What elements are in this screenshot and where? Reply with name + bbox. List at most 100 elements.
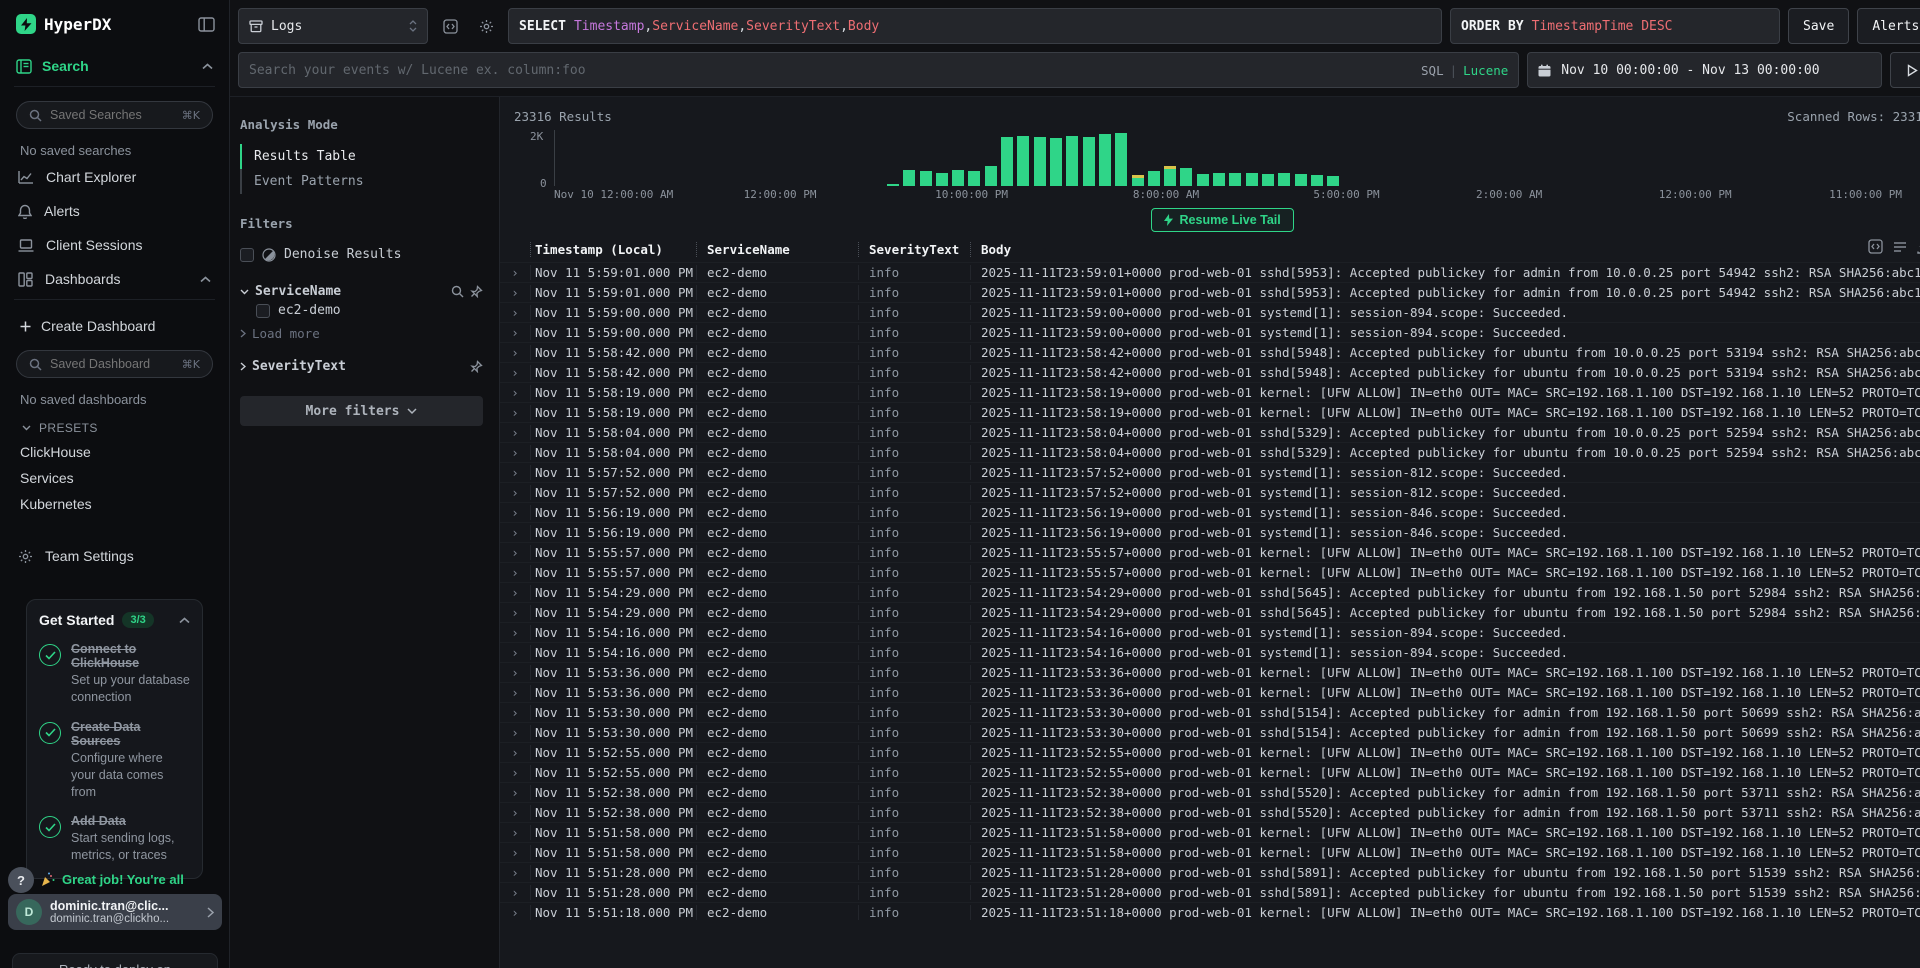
table-row[interactable]: ›Nov 11 5:52:38.000 PMec2-demoinfo2025-1… (500, 782, 1920, 802)
chevron-up-icon[interactable] (179, 617, 190, 624)
table-row[interactable]: ›Nov 11 5:56:19.000 PMec2-demoinfo2025-1… (500, 522, 1920, 542)
source-settings-gear-icon[interactable] (472, 8, 500, 44)
select-columns-input[interactable]: SELECT Timestamp,ServiceName,SeverityTex… (508, 8, 1442, 44)
histogram-bar[interactable] (1295, 174, 1307, 186)
table-row[interactable]: ›Nov 11 5:57:52.000 PMec2-demoinfo2025-1… (500, 462, 1920, 482)
deploy-note-card[interactable]: Ready to deploy on (12, 953, 218, 968)
table-row[interactable]: ›Nov 11 5:51:58.000 PMec2-demoinfo2025-1… (500, 842, 1920, 862)
date-range-picker[interactable]: Nov 10 00:00:00 - Nov 13 00:00:00 (1527, 52, 1882, 88)
preset-clickhouse[interactable]: ClickHouse (14, 439, 215, 465)
get-started-step[interactable]: Add Data Start sending logs, metrics, or… (39, 814, 190, 864)
histogram-bar[interactable] (1066, 136, 1078, 186)
histogram-bar[interactable] (1180, 168, 1192, 186)
table-row[interactable]: ›Nov 11 5:51:28.000 PMec2-demoinfo2025-1… (500, 862, 1920, 882)
alerts-button[interactable]: Alerts (1857, 8, 1920, 44)
histogram-bar[interactable] (1262, 174, 1274, 186)
preset-services[interactable]: Services (14, 465, 215, 491)
collapse-sidebar-icon[interactable] (198, 17, 215, 32)
sidebar-item-dashboards[interactable]: Dashboards (14, 262, 215, 300)
table-row[interactable]: ›Nov 11 5:59:00.000 PMec2-demoinfo2025-1… (500, 302, 1920, 322)
sidebar-item-team-settings[interactable]: Team Settings (14, 539, 215, 573)
presets-toggle[interactable]: PRESETS (14, 409, 215, 439)
histogram-bar[interactable] (1311, 175, 1323, 186)
histogram-bar[interactable] (1115, 133, 1127, 186)
table-row[interactable]: ›Nov 11 5:55:57.000 PMec2-demoinfo2025-1… (500, 562, 1920, 582)
table-row[interactable]: ›Nov 11 5:59:01.000 PMec2-demoinfo2025-1… (500, 262, 1920, 282)
chevron-up-icon[interactable] (200, 276, 211, 283)
table-row[interactable]: ›Nov 11 5:58:42.000 PMec2-demoinfo2025-1… (500, 362, 1920, 382)
table-row[interactable]: ›Nov 11 5:54:16.000 PMec2-demoinfo2025-1… (500, 642, 1920, 662)
table-row[interactable]: ›Nov 11 5:53:30.000 PMec2-demoinfo2025-1… (500, 702, 1920, 722)
preset-kubernetes[interactable]: Kubernetes (14, 491, 215, 517)
table-row[interactable]: ›Nov 11 5:53:30.000 PMec2-demoinfo2025-1… (500, 722, 1920, 742)
histogram-bar[interactable] (1229, 173, 1241, 186)
table-row[interactable]: ›Nov 11 5:54:29.000 PMec2-demoinfo2025-1… (500, 602, 1920, 622)
table-row[interactable]: ›Nov 11 5:58:04.000 PMec2-demoinfo2025-1… (500, 442, 1920, 462)
table-row[interactable]: ›Nov 11 5:57:52.000 PMec2-demoinfo2025-1… (500, 482, 1920, 502)
histogram-bar[interactable] (1278, 173, 1290, 186)
table-row[interactable]: ›Nov 11 5:52:55.000 PMec2-demoinfo2025-1… (500, 762, 1920, 782)
checkbox-icon[interactable] (256, 304, 270, 318)
col-servicename[interactable]: ServiceName (696, 242, 858, 257)
event-search-input[interactable]: SQL | Lucene (238, 52, 1519, 88)
filter-search-icon[interactable] (451, 285, 464, 298)
run-query-button[interactable] (1890, 52, 1920, 88)
sidebar-item-client-sessions[interactable]: Client Sessions (14, 228, 215, 262)
histogram-plot[interactable] (554, 130, 1920, 186)
user-menu[interactable]: D dominic.tran@clic... dominic.tran@clic… (8, 894, 222, 930)
resume-live-tail-button[interactable]: Resume Live Tail (1151, 208, 1294, 232)
events-histogram[interactable]: 2K 0 Nov 10 12:00:00 AM12:00:00 PM10:00:… (506, 130, 1920, 202)
histogram-bar[interactable] (887, 184, 899, 186)
source-selector[interactable]: Logs (238, 8, 428, 44)
help-button[interactable]: ? (8, 867, 34, 893)
table-row[interactable]: ›Nov 11 5:58:42.000 PMec2-demoinfo2025-1… (500, 342, 1920, 362)
table-row[interactable]: ›Nov 11 5:59:00.000 PMec2-demoinfo2025-1… (500, 322, 1920, 342)
histogram-bar[interactable] (920, 171, 932, 186)
histogram-bar[interactable] (1017, 136, 1029, 186)
mode-results-table[interactable]: Results Table (240, 144, 483, 169)
histogram-bar[interactable] (1034, 137, 1046, 186)
table-row[interactable]: ›Nov 11 5:58:19.000 PMec2-demoinfo2025-1… (500, 382, 1920, 402)
filter-group-severitytext[interactable]: SeverityText (240, 359, 483, 374)
col-body[interactable]: Body (970, 242, 1920, 257)
histogram-bar[interactable] (1164, 166, 1176, 186)
denoise-results-checkbox[interactable]: Denoise Results (240, 243, 483, 266)
create-dashboard-button[interactable]: Create Dashboard (14, 308, 215, 344)
get-started-step[interactable]: Create Data Sources Configure where your… (39, 720, 190, 801)
pin-icon[interactable] (470, 360, 483, 373)
table-row[interactable]: ›Nov 11 5:53:36.000 PMec2-demoinfo2025-1… (500, 682, 1920, 702)
load-more-button[interactable]: Load more (240, 322, 483, 341)
histogram-bar[interactable] (1246, 173, 1258, 186)
save-button[interactable]: Save (1788, 8, 1849, 44)
filter-value-ec2-demo[interactable]: ec2-demo (240, 299, 483, 322)
table-code-view-icon[interactable] (1868, 239, 1883, 254)
histogram-bar[interactable] (1050, 138, 1062, 186)
histogram-bar[interactable] (985, 166, 997, 186)
histogram-bar[interactable] (1001, 137, 1013, 186)
sidebar-item-search[interactable]: Search (14, 44, 215, 87)
code-toggle-icon[interactable] (436, 8, 464, 44)
table-row[interactable]: ›Nov 11 5:55:57.000 PMec2-demoinfo2025-1… (500, 542, 1920, 562)
col-severitytext[interactable]: SeverityText (858, 242, 970, 257)
histogram-bar[interactable] (1099, 134, 1111, 186)
histogram-bar[interactable] (1213, 173, 1225, 186)
table-row[interactable]: ›Nov 11 5:52:55.000 PMec2-demoinfo2025-1… (500, 742, 1920, 762)
query-language-toggle[interactable]: SQL | Lucene (1421, 63, 1508, 78)
table-row-density-icon[interactable] (1893, 239, 1907, 254)
histogram-bar[interactable] (1083, 137, 1095, 186)
histogram-bar[interactable] (1197, 174, 1209, 186)
table-row[interactable]: ›Nov 11 5:58:19.000 PMec2-demoinfo2025-1… (500, 402, 1920, 422)
saved-searches-input[interactable]: ⌘K (16, 101, 213, 129)
table-row[interactable]: ›Nov 11 5:51:28.000 PMec2-demoinfo2025-1… (500, 882, 1920, 902)
histogram-bar[interactable] (968, 171, 980, 186)
pin-icon[interactable] (470, 285, 483, 298)
table-row[interactable]: ›Nov 11 5:51:58.000 PMec2-demoinfo2025-1… (500, 822, 1920, 842)
table-row[interactable]: ›Nov 11 5:54:16.000 PMec2-demoinfo2025-1… (500, 622, 1920, 642)
order-by-input[interactable]: ORDER BY TimestampTime DESC (1450, 8, 1780, 44)
table-row[interactable]: ›Nov 11 5:56:19.000 PMec2-demoinfo2025-1… (500, 502, 1920, 522)
checkbox-icon[interactable] (240, 248, 254, 262)
histogram-bar[interactable] (1148, 171, 1160, 186)
sidebar-item-alerts[interactable]: Alerts (14, 194, 215, 228)
col-timestamp[interactable]: Timestamp (Local) (530, 242, 696, 257)
mode-event-patterns[interactable]: Event Patterns (240, 169, 483, 194)
